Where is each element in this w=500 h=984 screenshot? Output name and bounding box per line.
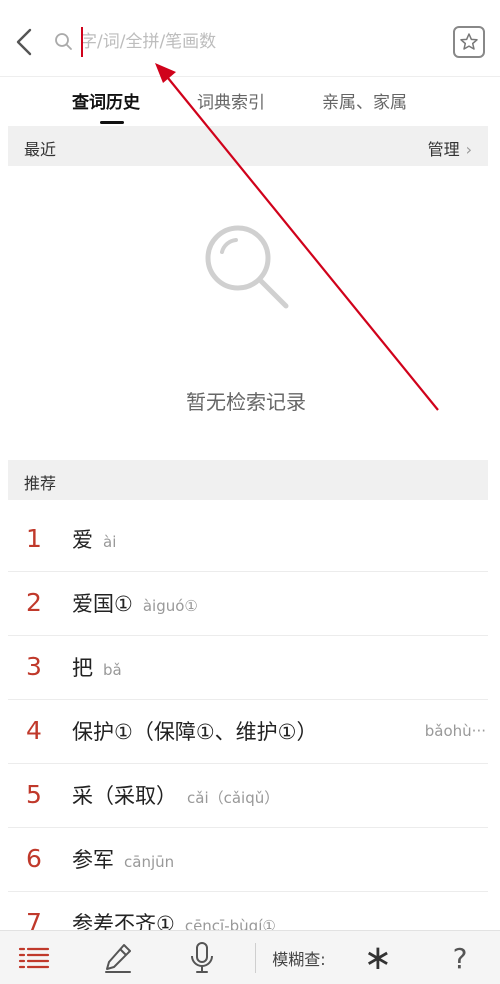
list-item[interactable]: 3 把 bǎ [8, 636, 488, 700]
item-word-text: 把 [72, 656, 93, 680]
wildcard-question-button[interactable]: ? [438, 931, 482, 984]
manage-label: 管理 [427, 140, 460, 159]
item-word: 爱国① àiguó① [72, 588, 198, 618]
item-word: 采（采取） cǎi（cǎiqǔ） [72, 780, 279, 810]
tab-bar: 查词历史 词典索引 亲属、家属 [0, 80, 500, 124]
bottom-toolbar: 模糊查: ∗ ? [0, 930, 500, 984]
item-pinyin: ài [103, 533, 117, 551]
item-word-text: 爱 [72, 528, 93, 552]
question-mark-icon: ? [452, 941, 468, 975]
item-number: 6 [26, 844, 42, 873]
tab-history[interactable]: 查词历史 [72, 88, 140, 113]
list-item[interactable]: 5 采（采取） cǎi（cǎiqǔ） [8, 764, 488, 828]
item-word-text: 保护①（保障①、维护①） [72, 720, 318, 744]
item-word: 把 bǎ [72, 652, 122, 682]
item-number: 3 [26, 652, 42, 681]
item-pinyin: àiguó① [142, 597, 198, 615]
search-icon [55, 33, 72, 50]
recent-title: 最近 [24, 140, 57, 159]
empty-state-text: 暂无检索记录 [186, 390, 306, 414]
recent-header: 最近 管理 › [8, 126, 488, 166]
menu-list-icon [18, 947, 50, 969]
chevron-right-icon: › [465, 140, 472, 159]
item-number: 4 [26, 716, 42, 745]
item-word: 保护①（保障①、维护①） [72, 716, 317, 746]
microphone-icon [191, 942, 213, 973]
item-word: 爱 ài [72, 524, 116, 554]
asterisk-icon: ∗ [363, 938, 393, 978]
item-word-text: 爱国① [72, 592, 133, 616]
item-pinyin: cānjūn [124, 853, 175, 871]
list-item[interactable]: 6 参军 cānjūn [8, 828, 488, 892]
divider [0, 76, 500, 77]
pencil-icon [105, 944, 131, 973]
item-pinyin: cǎi（cǎiqǔ） [187, 789, 280, 807]
wildcard-star-button[interactable]: ∗ [356, 931, 400, 984]
item-pinyin: bǎ [103, 661, 122, 679]
toolbar-divider [255, 943, 256, 973]
favorites-button[interactable] [453, 26, 485, 58]
handwriting-button[interactable] [96, 931, 140, 984]
magnifier-empty-icon [205, 225, 289, 309]
item-pinyin: bǎohù··· [424, 722, 486, 740]
back-icon [16, 28, 32, 56]
item-number: 2 [26, 588, 42, 617]
item-number: 1 [26, 524, 42, 553]
list-mode-button[interactable] [8, 931, 60, 984]
list-item[interactable]: 2 爱国① àiguó① [8, 572, 488, 636]
item-word: 参军 cānjūn [72, 844, 174, 874]
top-bar [0, 0, 500, 80]
tab-relatives[interactable]: 亲属、家属 [322, 88, 407, 113]
manage-button[interactable]: 管理 › [428, 136, 472, 160]
recommend-title: 推荐 [24, 474, 57, 493]
active-tab-indicator [100, 121, 124, 124]
fuzzy-label-text: 模糊查: [272, 950, 326, 969]
voice-button[interactable] [180, 931, 224, 984]
list-item[interactable]: 4 保护①（保障①、维护①） bǎohù··· [8, 700, 488, 764]
item-number: 5 [26, 780, 42, 809]
item-word-text: 参军 [72, 848, 114, 872]
item-word-text: 采（采取） [72, 784, 177, 808]
fuzzy-search-label: 模糊查: [262, 931, 336, 984]
search-input[interactable] [80, 26, 380, 58]
star-folder-icon [460, 33, 478, 50]
tab-dictionary-index[interactable]: 词典索引 [197, 88, 265, 113]
back-button[interactable] [8, 24, 40, 60]
list-item[interactable]: 1 爱 ài [8, 508, 488, 572]
recommend-list: 1 爱 ài 2 爱国① àiguó① 3 把 bǎ 4 保护①（保障①、维护①） b… [8, 508, 488, 956]
recommend-header: 推荐 [8, 460, 488, 500]
text-caret [81, 27, 83, 57]
